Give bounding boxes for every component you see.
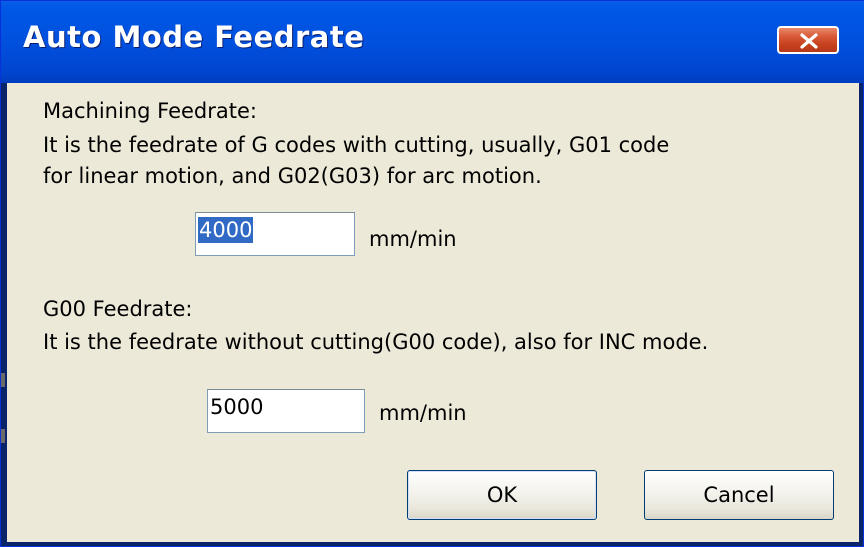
g00-feedrate-unit: mm/min <box>379 401 467 425</box>
ok-button[interactable]: OK <box>407 470 597 520</box>
title-bar[interactable]: Auto Mode Feedrate <box>1 1 864 83</box>
g00-feedrate-description: It is the feedrate without cutting(G00 c… <box>43 330 709 354</box>
machining-feedrate-value: 4000 <box>198 217 254 243</box>
machining-feedrate-heading: Machining Feedrate: <box>43 99 257 123</box>
close-icon <box>800 33 818 49</box>
machining-feedrate-unit: mm/min <box>369 227 457 251</box>
g00-feedrate-input[interactable]: 5000 <box>207 389 365 433</box>
background-edge-mark <box>1 373 5 387</box>
machining-feedrate-input[interactable]: 4000 <box>195 212 355 256</box>
cancel-button[interactable]: Cancel <box>644 470 834 520</box>
auto-mode-feedrate-dialog: Auto Mode Feedrate Machining Feedrate: I… <box>0 0 864 547</box>
window-title: Auto Mode Feedrate <box>23 20 365 54</box>
machining-feedrate-description-line-1: It is the feedrate of G codes with cutti… <box>43 133 670 157</box>
dialog-body: Machining Feedrate: It is the feedrate o… <box>7 83 859 542</box>
g00-feedrate-heading: G00 Feedrate: <box>43 297 193 321</box>
g00-feedrate-value: 5000 <box>210 395 264 419</box>
machining-feedrate-description-line-2: for linear motion, and G02(G03) for arc … <box>43 164 542 188</box>
close-button[interactable] <box>777 26 839 54</box>
background-edge-mark <box>1 429 5 443</box>
